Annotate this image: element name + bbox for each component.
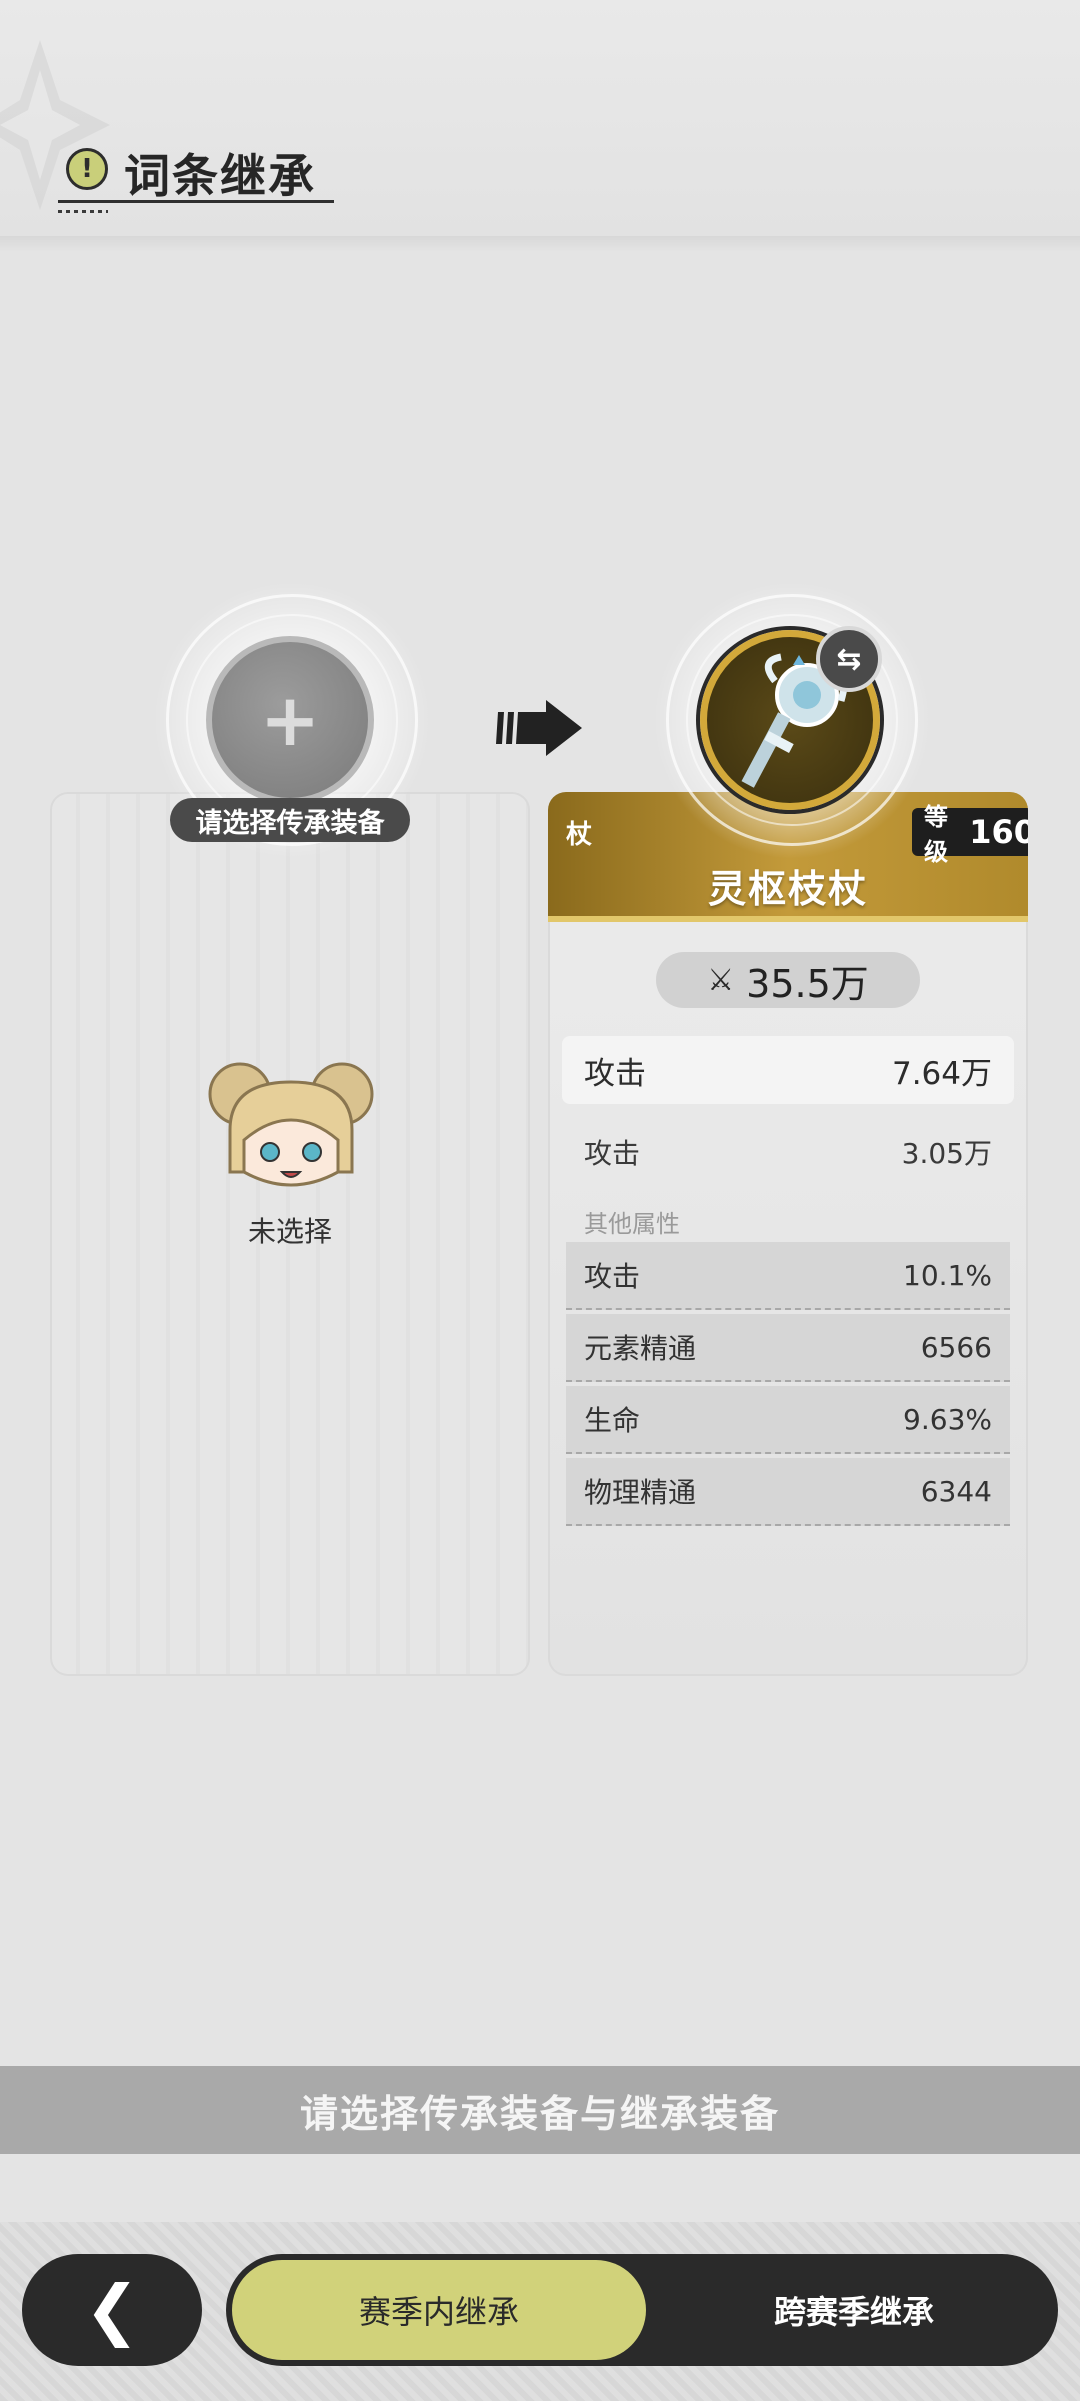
other-stat-row: 物理精通 6344 [566,1458,1010,1526]
select-source-button[interactable]: + [206,636,374,804]
other-stat-value: 9.63% [903,1402,992,1436]
title-dots [58,210,108,213]
other-stat-row: 元素精通 6566 [566,1314,1010,1382]
sub-stat-row: 攻击 3.05万 [562,1122,1014,1182]
weapon-name: 灵枢枝杖 [707,867,868,911]
sub-stat-value: 3.05万 [901,1137,992,1170]
title-underline [58,200,334,203]
level-label: 等级 [924,803,948,866]
other-stat-label: 物理精通 [584,1476,697,1509]
hint-banner: 请选择传承装备与继承装备 [0,2066,1080,2154]
main-stat-label: 攻击 [584,1055,646,1092]
main-stat-row: 攻击 7.64万 [562,1036,1014,1104]
other-stat-value: 6344 [920,1474,992,1508]
other-stats-title: 其他属性 [584,1210,680,1238]
other-stat-label: 元素精通 [584,1332,697,1365]
alert-icon: ! [66,148,108,190]
tab-in-season[interactable]: 赛季内继承 [232,2260,646,2360]
empty-label: 未选择 [247,1215,332,1248]
plus-icon: + [259,678,321,762]
level-badge: 等级 160 [912,803,1028,866]
other-stat-value: 6566 [920,1330,992,1364]
target-equipment-panel[interactable]: 杖 等级 160 灵枢枝杖 ⚔ 35.5万 攻击 7.64万 攻击 3.05万 … [548,792,1028,1676]
header: ! 词条继承 [0,0,1080,240]
power-value: 35.5万 [746,961,869,1006]
page-title: 词条继承 [124,149,316,203]
swap-icon[interactable]: ⇆ [816,626,882,692]
arrow-right-icon [496,700,582,756]
avatar-icon [208,1062,374,1187]
other-stat-label: 生命 [584,1404,641,1437]
back-icon: ❮ [84,2271,140,2348]
weapon-type: 杖 [566,820,593,850]
header-accent-bar [548,916,1028,922]
source-slot-caption: 请选择传承装备 [170,798,410,842]
header-divider [0,236,1080,252]
other-stat-row: 攻击 10.1% [566,1242,1010,1310]
inherit-mode-tabs: 赛季内继承 跨赛季继承 [226,2254,1058,2366]
other-stat-label: 攻击 [584,1260,641,1293]
power-icon: ⚔ [707,962,735,998]
main-stat-value: 7.64万 [891,1055,992,1092]
other-stat-row: 生命 9.63% [566,1386,1010,1454]
back-button[interactable]: ❮ [22,2254,202,2366]
sub-stat-label: 攻击 [584,1137,641,1170]
tab-cross-season[interactable]: 跨赛季继承 [656,2260,1052,2360]
other-stat-value: 10.1% [903,1258,992,1292]
power-pill: ⚔ 35.5万 [656,952,920,1008]
level-value: 160 [969,813,1028,851]
